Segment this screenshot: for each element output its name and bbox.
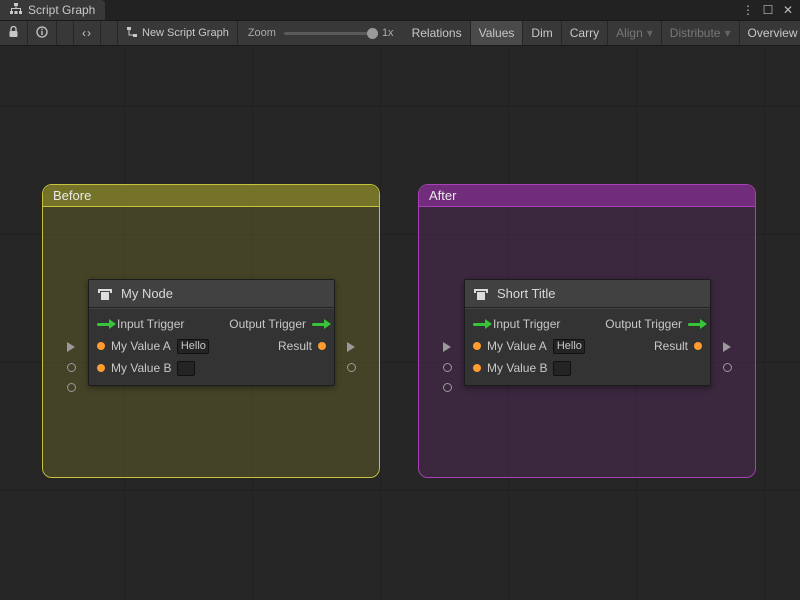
group-flow-out-port[interactable] [721,341,733,353]
carry-button[interactable]: Carry [562,21,608,45]
toolbar-label: Overview [748,26,798,40]
group-data-in-port[interactable] [441,361,453,373]
group-title: After [429,188,456,203]
group-title: Before [53,188,91,203]
tab-script-graph[interactable]: Script Graph [0,0,105,20]
input-value-a-field[interactable]: Hello [553,339,585,354]
lock-button[interactable] [0,21,28,45]
dim-button[interactable]: Dim [523,21,561,45]
flow-out-icon [688,323,702,326]
group-flow-out-port[interactable] [345,341,357,353]
align-dropdown[interactable]: Align ▾ [608,21,662,45]
group-after[interactable]: After Short Title Input Trigger [418,184,756,478]
group-flow-in-port[interactable] [441,341,453,353]
kebab-menu-icon[interactable]: ⋮ [740,3,756,17]
distribute-dropdown[interactable]: Distribute▾ [662,21,740,45]
toolbar: ‹› New Script Graph Zoom 1x Relations Va… [0,20,800,46]
output-port-trigger[interactable]: Output Trigger [605,315,702,333]
toolbar-label: Values [479,26,515,40]
node-body: Input Trigger My Value A Hello My Value … [89,308,334,385]
toolbar-label: Align [616,26,643,40]
group-data-out-port[interactable] [345,361,357,373]
data-port-icon [97,342,105,350]
graph-icon [10,3,22,18]
close-icon[interactable]: ✕ [780,3,796,17]
maximize-icon[interactable]: ☐ [760,3,776,17]
input-port-value-b[interactable]: My Value B [97,359,326,377]
toolbar-label: Carry [570,26,599,40]
relations-button[interactable]: Relations [404,21,471,45]
node-short-title[interactable]: Short Title Input Trigger My Value A Hel… [464,279,711,386]
new-graph-button[interactable]: New Script Graph [118,21,238,45]
output-port-trigger[interactable]: Output Trigger [229,315,326,333]
new-graph-label: New Script Graph [142,27,229,39]
group-data-in-port[interactable] [65,381,77,393]
flow-in-icon [473,323,487,326]
script-graph-icon [126,26,138,41]
info-button[interactable] [28,21,57,45]
node-type-icon [473,286,489,302]
graph-canvas[interactable]: Before My Node Input Trigger [0,46,800,600]
zoom-label: Zoom [248,27,276,39]
group-before[interactable]: Before My Node Input Trigger [42,184,380,478]
zoom-slider[interactable] [284,32,374,35]
node-type-icon [97,286,113,302]
values-button[interactable]: Values [471,21,524,45]
data-port-icon [318,342,326,350]
window-controls: ⋮ ☐ ✕ [740,0,800,20]
node-body: Input Trigger My Value A Hello My Value … [465,308,710,385]
group-title-bar[interactable]: Before [43,185,379,207]
data-port-icon [473,364,481,372]
node-my-node[interactable]: My Node Input Trigger My Value A Hello [88,279,335,386]
overview-button[interactable]: Overview [740,21,800,45]
flow-out-icon [312,323,326,326]
group-data-in-port[interactable] [65,361,77,373]
data-port-icon [97,364,105,372]
zoom-value: 1x [382,27,394,39]
tab-title: Script Graph [28,3,95,17]
group-flow-in-port[interactable] [65,341,77,353]
data-port-icon [473,342,481,350]
output-port-result[interactable]: Result [278,337,326,355]
code-button[interactable]: ‹› [74,21,101,45]
toolbar-label: Dim [531,26,552,40]
zoom-control: Zoom 1x [238,21,404,45]
flow-in-icon [97,323,111,326]
input-value-b-field[interactable] [177,361,195,376]
toolbar-label: Distribute [670,26,721,40]
node-title-text: Short Title [497,286,556,301]
caret-down-icon: ▾ [647,26,653,40]
node-header[interactable]: Short Title [465,280,710,308]
data-port-icon [694,342,702,350]
input-port-value-b[interactable]: My Value B [473,359,702,377]
group-data-out-port[interactable] [721,361,733,373]
code-icon: ‹› [82,26,92,40]
info-icon [36,26,48,41]
group-data-in-port[interactable] [441,381,453,393]
input-value-b-field[interactable] [553,361,571,376]
window-tab-bar: Script Graph ⋮ ☐ ✕ [0,0,800,20]
group-title-bar[interactable]: After [419,185,755,207]
caret-down-icon: ▾ [724,26,730,40]
node-title-text: My Node [121,286,173,301]
toolbar-label: Relations [412,26,462,40]
input-value-a-field[interactable]: Hello [177,339,209,354]
node-header[interactable]: My Node [89,280,334,308]
lock-icon [8,26,19,41]
output-port-result[interactable]: Result [654,337,702,355]
